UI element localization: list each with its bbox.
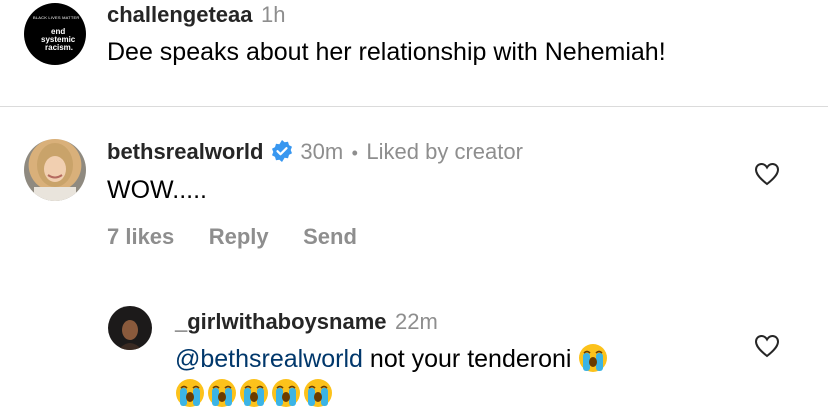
loudly-crying-face-emoji	[176, 379, 204, 407]
reply-time: 22m	[394, 309, 438, 334]
caption-text: Dee speaks about her relationship with N…	[107, 38, 666, 66]
reply-text: @bethsrealworld not your tenderoni	[175, 343, 610, 374]
comment-text: WOW.....	[107, 176, 207, 204]
avatar-photo	[118, 320, 142, 350]
comment-username[interactable]: bethsrealworld	[107, 139, 263, 164]
caption-header: challengeteaa 1h	[107, 2, 285, 28]
caption-time: 1h	[260, 2, 286, 27]
avatar-photo	[34, 143, 76, 201]
mention-link[interactable]: @bethsrealworld	[175, 345, 363, 373]
comment-avatar[interactable]	[24, 139, 86, 201]
reply-username[interactable]: _girlwithaboysname	[175, 309, 387, 334]
reply-header: _girlwithaboysname 22m	[175, 309, 438, 335]
avatar-logo-text: BLACK LIVES MATTER end systemic racism.	[33, 15, 80, 52]
caption-username[interactable]: challengeteaa	[107, 2, 253, 27]
meta-separator: •	[351, 143, 358, 163]
likes-count[interactable]: 7 likes	[107, 224, 174, 249]
emoji-row	[175, 378, 335, 408]
divider	[0, 106, 828, 107]
verified-badge-icon	[271, 140, 292, 162]
loudly-crying-face-emoji	[304, 379, 332, 407]
comment-actions: 7 likes Reply Send	[107, 224, 387, 250]
loudly-crying-face-emoji	[208, 379, 236, 407]
comment-header: bethsrealworld 30m • Liked by creator	[107, 139, 523, 165]
heart-icon[interactable]	[754, 162, 780, 186]
liked-by-creator: Liked by creator	[366, 139, 523, 164]
comment-time: 30m	[300, 139, 344, 164]
loudly-crying-face-emoji	[579, 344, 608, 372]
reply-avatar[interactable]	[108, 306, 152, 350]
reply-message: not your tenderoni	[362, 345, 572, 373]
loudly-crying-face-emoji	[272, 379, 300, 407]
caption-avatar[interactable]: BLACK LIVES MATTER end systemic racism.	[24, 3, 86, 65]
heart-icon[interactable]	[754, 334, 780, 358]
reply-button[interactable]: Reply	[209, 224, 269, 249]
send-button[interactable]: Send	[303, 224, 357, 249]
loudly-crying-face-emoji	[240, 379, 268, 407]
